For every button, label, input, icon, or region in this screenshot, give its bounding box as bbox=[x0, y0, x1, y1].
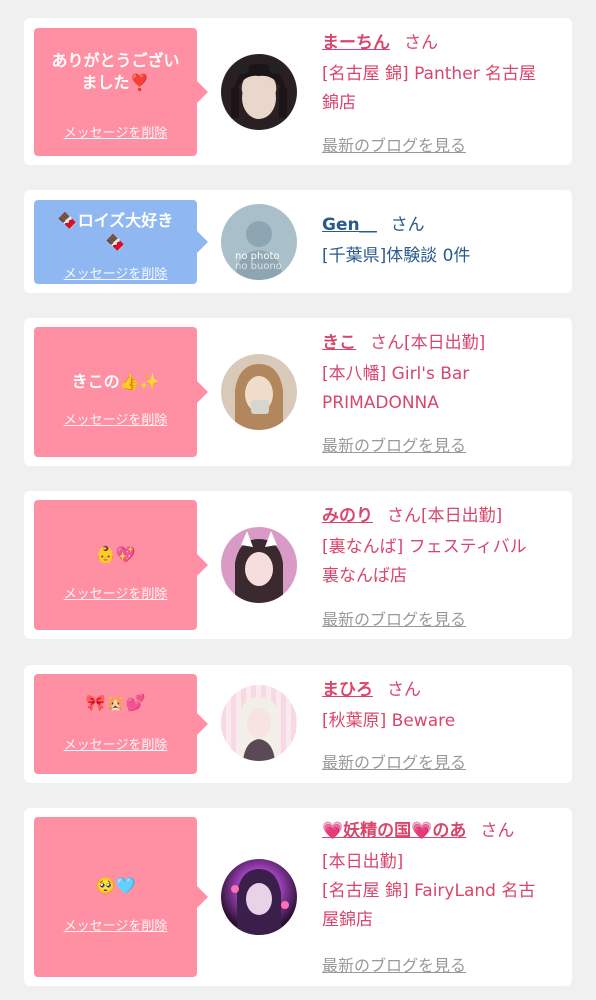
message-bubble: 🎀🐹💕 メッセージを削除 bbox=[34, 674, 208, 774]
no-photo-text: no buono bbox=[235, 261, 282, 272]
shop-info: [本八幡] Girl's Bar PRIMADONNA bbox=[322, 364, 470, 413]
message-bubble: きこの👍✨ メッセージを削除 bbox=[34, 327, 208, 457]
avatar[interactable] bbox=[221, 527, 297, 603]
message-bubble: 🥺🩵 メッセージを削除 bbox=[34, 817, 208, 977]
message-text: 🥺🩵 bbox=[95, 876, 136, 895]
message-text: 🍫 bbox=[105, 233, 126, 252]
blog-link[interactable]: 最新のブログを見る bbox=[322, 749, 466, 773]
avatar-image bbox=[235, 531, 283, 603]
list-item: きこの👍✨ メッセージを削除 きこ さん[本日出勤] [本八幡] Girl's B… bbox=[24, 318, 572, 466]
user-name-link[interactable]: まひろ bbox=[322, 680, 373, 700]
work-status: [本日出勤] bbox=[421, 506, 503, 526]
avatar[interactable] bbox=[221, 54, 297, 130]
list-item: 🍫ロイズ大好き 🍫 メッセージを削除 no photo no buono Gen… bbox=[24, 190, 572, 293]
message-text: ありがとうござい bbox=[51, 51, 180, 70]
honorific: さん bbox=[480, 821, 515, 841]
shop-info: [秋葉原] Beware bbox=[322, 711, 456, 731]
list-item: 🎀🐹💕 メッセージを削除 まひろ さん [秋葉原] Beware 最新のブログを見… bbox=[24, 665, 572, 783]
avatar[interactable] bbox=[221, 685, 297, 761]
user-name-link[interactable]: きこ bbox=[322, 333, 356, 353]
user-name-link[interactable]: みのり bbox=[322, 506, 373, 526]
list-item: 👶💖 メッセージを削除 みのり さん[本日出勤] [裏なんば] フェスティバル 裏… bbox=[24, 491, 572, 639]
delete-message-link[interactable]: メッセージを削除 bbox=[34, 409, 197, 428]
honorific: さん bbox=[404, 33, 438, 53]
message-bubble: 🍫ロイズ大好き 🍫 メッセージを削除 bbox=[34, 200, 208, 284]
delete-message-link[interactable]: メッセージを削除 bbox=[34, 583, 197, 602]
shop-info: [名古屋 錦] Panther 名古屋 錦店 bbox=[322, 64, 537, 113]
message-text: 🎀🐹💕 bbox=[85, 693, 146, 712]
message-bubble: ありがとうござい ました❣️ メッセージを削除 bbox=[34, 28, 208, 156]
avatar-image bbox=[231, 869, 289, 935]
list-item: ありがとうござい ました❣️ メッセージを削除 まーちん さん [名古屋 錦] P… bbox=[24, 18, 572, 165]
message-text: きこの👍✨ bbox=[71, 372, 160, 391]
list-item: 🥺🩵 メッセージを削除 💗妖精の国💗のあ さん [本日出勤] [名古屋 錦] Fa… bbox=[24, 808, 572, 986]
blog-link[interactable]: 最新のブログを見る bbox=[322, 606, 466, 630]
message-bubble: 👶💖 メッセージを削除 bbox=[34, 500, 208, 630]
blog-link[interactable]: 最新のブログを見る bbox=[322, 132, 466, 156]
work-status: [本日出勤] bbox=[404, 333, 486, 353]
delete-message-link[interactable]: メッセージを削除 bbox=[34, 734, 197, 753]
avatar-image bbox=[235, 364, 283, 430]
honorific: さん bbox=[387, 680, 421, 700]
user-name-link[interactable]: まーちん bbox=[322, 33, 390, 53]
honorific: さん bbox=[370, 333, 404, 353]
avatar[interactable] bbox=[221, 859, 297, 935]
blog-link[interactable]: 最新のブログを見る bbox=[322, 432, 466, 456]
message-text: ました❣️ bbox=[81, 73, 150, 92]
avatar[interactable]: no photo no buono bbox=[221, 204, 297, 280]
shop-info: [千葉県]体験談 0件 bbox=[322, 246, 471, 266]
avatar[interactable] bbox=[221, 354, 297, 430]
shop-info: [裏なんば] フェスティバル 裏なんば店 bbox=[322, 537, 527, 586]
honorific: さん bbox=[390, 215, 425, 235]
shop-info: [本日出勤] [名古屋 錦] FairyLand 名古 屋錦店 bbox=[322, 852, 536, 930]
message-text: 👶💖 bbox=[95, 545, 136, 564]
message-text: 🍫ロイズ大好き bbox=[57, 211, 174, 230]
delete-message-link[interactable]: メッセージを削除 bbox=[34, 915, 197, 934]
avatar-image bbox=[239, 697, 279, 761]
blog-link[interactable]: 最新のブログを見る bbox=[322, 952, 466, 976]
delete-message-link[interactable]: メッセージを削除 bbox=[34, 263, 197, 282]
user-name-link[interactable]: 💗妖精の国💗のあ bbox=[322, 821, 466, 841]
honorific: さん bbox=[387, 506, 421, 526]
avatar-image bbox=[231, 62, 287, 119]
delete-message-link[interactable]: メッセージを削除 bbox=[34, 122, 197, 141]
user-name-link[interactable]: Gen＿ bbox=[322, 215, 377, 235]
message-list: ありがとうござい ました❣️ メッセージを削除 まーちん さん [名古屋 錦] P… bbox=[0, 0, 596, 1000]
